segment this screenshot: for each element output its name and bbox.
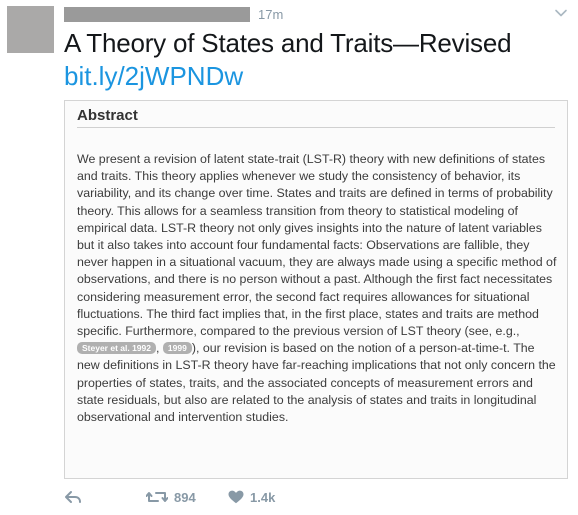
retweet-button[interactable]: 894 — [146, 487, 196, 507]
reply-button[interactable] — [64, 487, 82, 507]
tweet-text: A Theory of States and Traits—Revised — [64, 28, 512, 58]
abstract-heading: Abstract — [77, 107, 138, 124]
heart-icon — [228, 490, 244, 504]
retweet-count: 894 — [174, 489, 196, 505]
reference-badge: Steyer et al. 1992 — [77, 342, 156, 355]
tweet-actions: 894 1.4k — [64, 487, 364, 507]
abstract-text-part1: We present a revision of latent state-tr… — [77, 152, 557, 339]
abstract-body: We present a revision of latent state-tr… — [77, 151, 557, 426]
reply-icon — [65, 491, 81, 503]
reference-separator: , — [156, 341, 163, 356]
avatar[interactable] — [7, 6, 54, 53]
like-count: 1.4k — [250, 489, 276, 505]
retweet-icon — [146, 492, 168, 502]
tweet-link[interactable]: bit.ly/2jWPNDw — [64, 60, 243, 92]
abstract-image[interactable]: Abstract We present a revision of latent… — [64, 100, 568, 479]
like-button[interactable]: 1.4k — [228, 487, 275, 507]
author-name-redacted — [64, 7, 250, 22]
tweet-timestamp[interactable]: 17m — [258, 7, 283, 23]
divider — [77, 127, 555, 128]
tweet: 17m A Theory of States and Traits—Revise… — [0, 0, 578, 515]
chevron-down-icon[interactable] — [554, 6, 568, 20]
reference-badge: 1999 — [162, 342, 192, 355]
